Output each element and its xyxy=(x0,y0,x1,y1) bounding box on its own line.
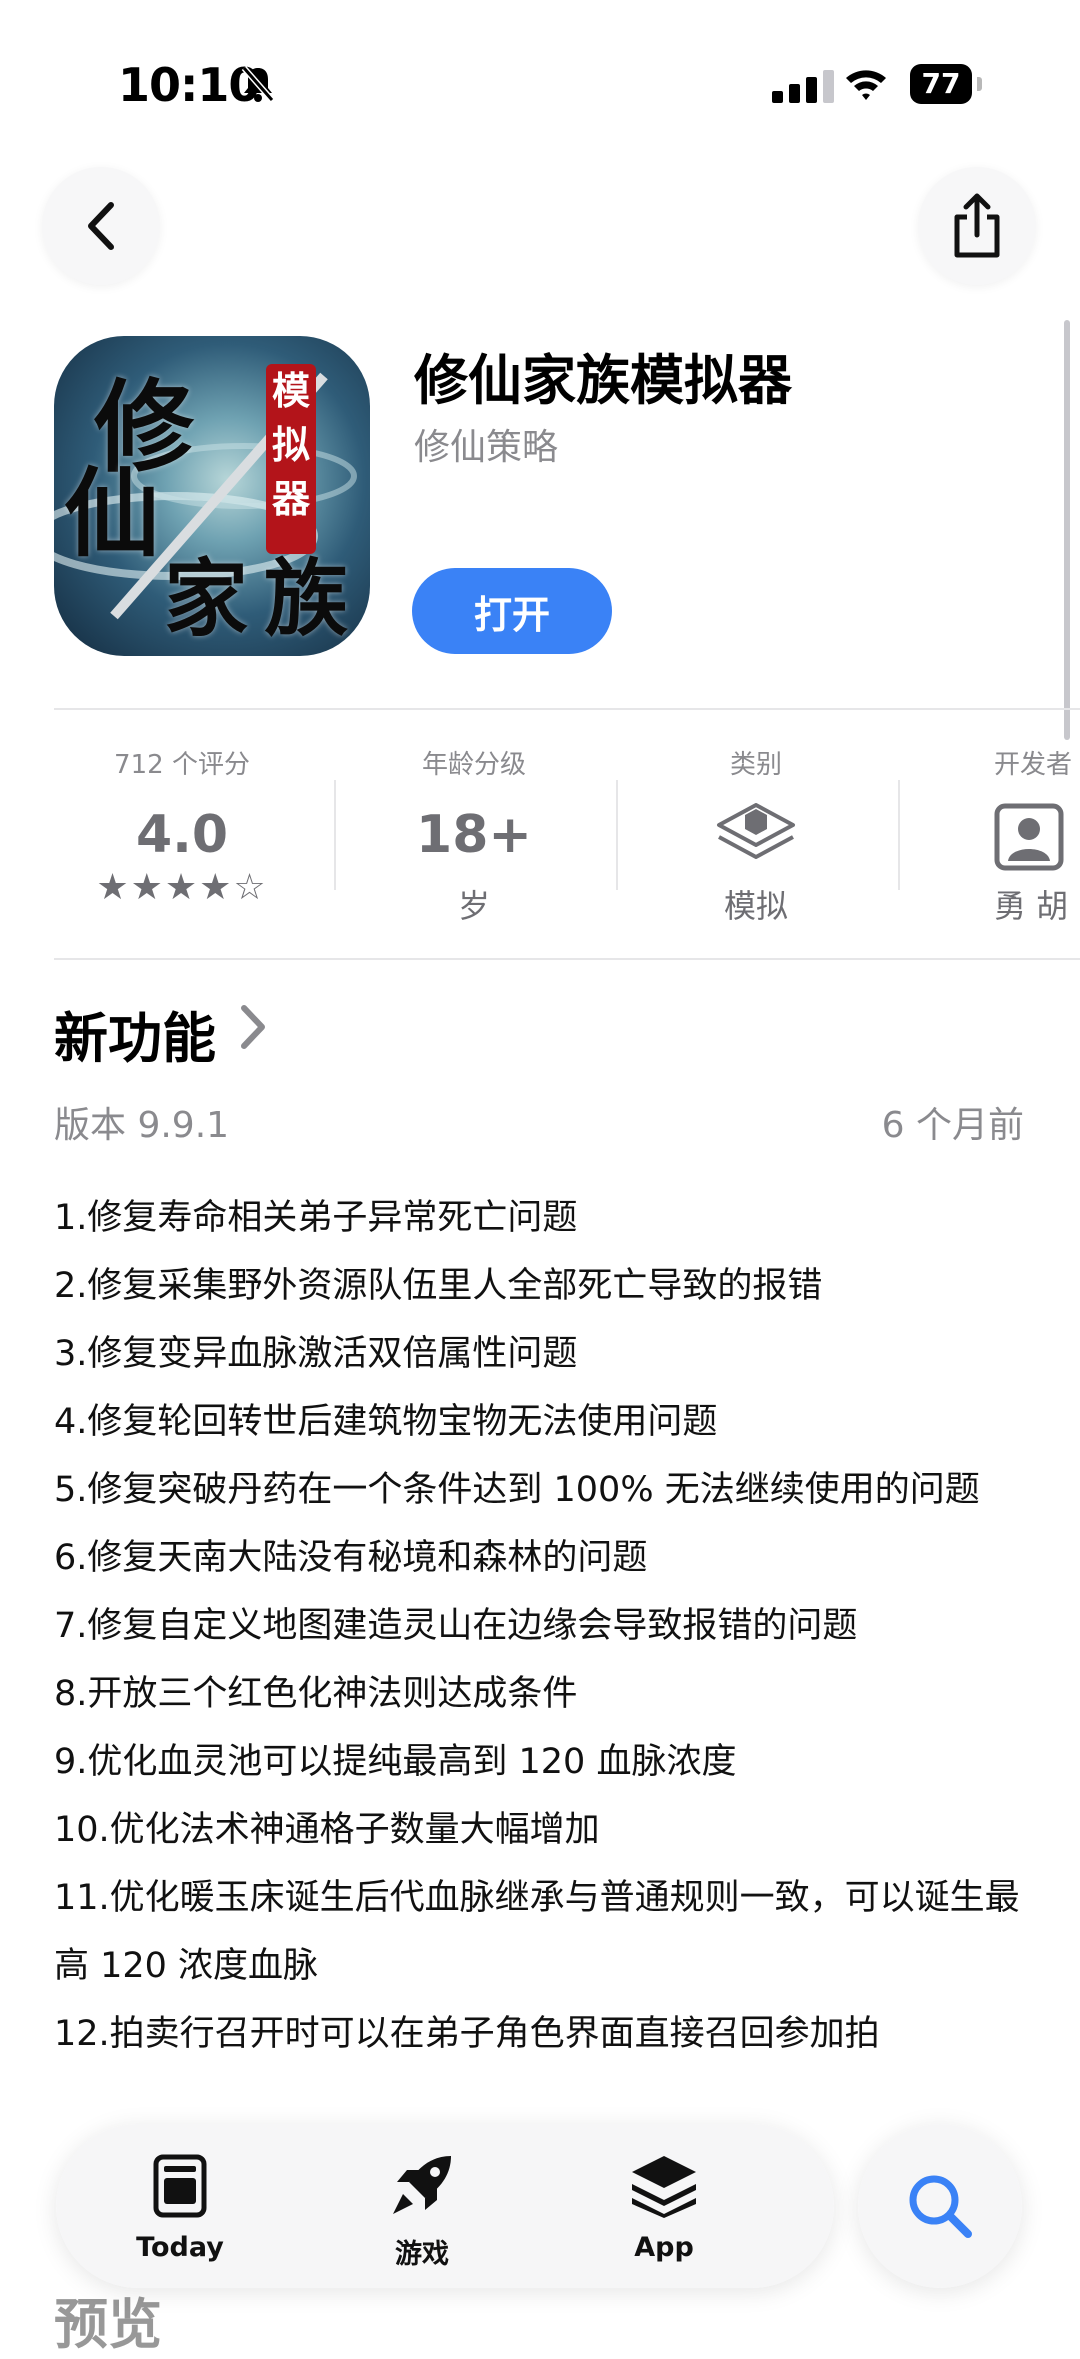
divider xyxy=(54,958,1080,960)
release-note: 5.修复突破丹药在一个条件达到 100% 无法继续使用的问题 xyxy=(54,1470,980,1510)
wifi-icon xyxy=(846,70,886,100)
version-label: 版本 9.9.1 xyxy=(54,1105,230,1146)
chevron-right-icon[interactable] xyxy=(238,1002,268,1064)
developer-label: 开发者 xyxy=(994,750,1073,780)
simulation-category-icon xyxy=(717,803,795,859)
release-note: 8.开放三个红色化神法则达成条件 xyxy=(54,1674,578,1714)
age-sub: 岁 xyxy=(457,887,490,925)
app-icon-char: 家 xyxy=(164,549,249,648)
app-icon-char: 仙 xyxy=(64,457,160,570)
release-note: 11.优化暖玉床诞生后代血脉继承与普通规则一致，可以诞生最高 120 浓度血脉 xyxy=(54,1878,1020,1986)
chevron-left-icon xyxy=(88,202,114,250)
release-note: 10.优化法术神通格子数量大幅增加 xyxy=(54,1810,600,1850)
release-note: 6.修复天南大陆没有秘境和森林的问题 xyxy=(54,1538,648,1578)
cellular-signal-icon xyxy=(772,70,840,103)
age-label: 年龄分级 xyxy=(421,750,526,780)
release-note: 12.拍卖行召开时可以在弟子角色界面直接召回参加拍 xyxy=(54,2014,880,2054)
release-note: 9.优化血灵池可以提纯最高到 120 血脉浓度 xyxy=(54,1742,737,1782)
scroll-indicator xyxy=(1064,320,1070,740)
release-note: 3.修复变异血脉激活双倍属性问题 xyxy=(54,1334,578,1374)
battery-level: 77 xyxy=(921,67,961,100)
ratings-info[interactable]: 712 个评分 4.0 ★★★★☆ xyxy=(42,744,322,908)
category-info[interactable]: 类别 模拟 xyxy=(616,744,896,927)
category-value: 模拟 xyxy=(723,887,788,925)
rocket-icon xyxy=(393,2156,451,2214)
developer-info[interactable]: 开发者 勇 胡 xyxy=(898,744,1080,927)
share-button[interactable] xyxy=(918,167,1036,285)
tab-apps-label: App xyxy=(634,2232,694,2263)
share-icon xyxy=(954,193,1000,258)
app-subtitle[interactable]: 修仙策略 xyxy=(414,418,558,470)
developer-person-icon xyxy=(994,803,1064,871)
app-icon-seal: 模 拟 器 xyxy=(266,364,316,554)
release-note: 1.修复寿命相关弟子异常死亡问题 xyxy=(54,1198,578,1238)
silent-bell-icon xyxy=(241,66,275,102)
tab-games[interactable]: 游戏 xyxy=(342,2154,502,2271)
tab-today[interactable]: Today xyxy=(100,2154,260,2263)
whats-new-title[interactable]: 新功能 xyxy=(54,994,216,1073)
category-label: 类别 xyxy=(729,750,782,780)
release-note: 2.修复采集野外资源队伍里人全部死亡导致的报错 xyxy=(54,1266,823,1306)
rating-stars: ★★★★☆ xyxy=(96,867,268,908)
tab-apps[interactable]: App xyxy=(584,2154,744,2263)
release-notes: 1.修复寿命相关弟子异常死亡问题 2.修复采集野外资源队伍里人全部死亡导致的报错… xyxy=(54,1184,1044,2068)
release-time: 6 个月前 xyxy=(881,1105,1024,1146)
divider xyxy=(54,708,1080,710)
today-icon xyxy=(153,2154,207,2218)
search-button[interactable] xyxy=(858,2124,1022,2288)
age-value: 18+ xyxy=(416,805,532,865)
app-icon: 修 仙 家 族 模 拟 器 xyxy=(54,336,370,656)
search-icon xyxy=(909,2175,972,2238)
ratings-label: 712 个评分 xyxy=(114,750,250,780)
tab-games-label: 游戏 xyxy=(395,2239,449,2270)
preview-title: 预览 xyxy=(54,2293,162,2356)
layers-icon xyxy=(632,2156,696,2218)
battery-icon: 77 xyxy=(910,64,982,104)
open-button[interactable]: 打开 xyxy=(412,568,612,654)
tab-bar: Today 游戏 App xyxy=(56,2124,834,2288)
release-note: 4.修复轮回转世后建筑物宝物无法使用问题 xyxy=(54,1402,718,1442)
developer-value: 勇 胡 xyxy=(994,887,1069,925)
age-info[interactable]: 年龄分级 18+ 岁 xyxy=(334,744,614,927)
tab-today-label: Today xyxy=(136,2232,224,2263)
release-note: 7.修复自定义地图建造灵山在边缘会导致报错的问题 xyxy=(54,1606,858,1646)
app-title: 修仙家族模拟器 xyxy=(414,349,792,412)
rating-value: 4.0 xyxy=(135,805,229,865)
back-button[interactable] xyxy=(42,167,160,285)
